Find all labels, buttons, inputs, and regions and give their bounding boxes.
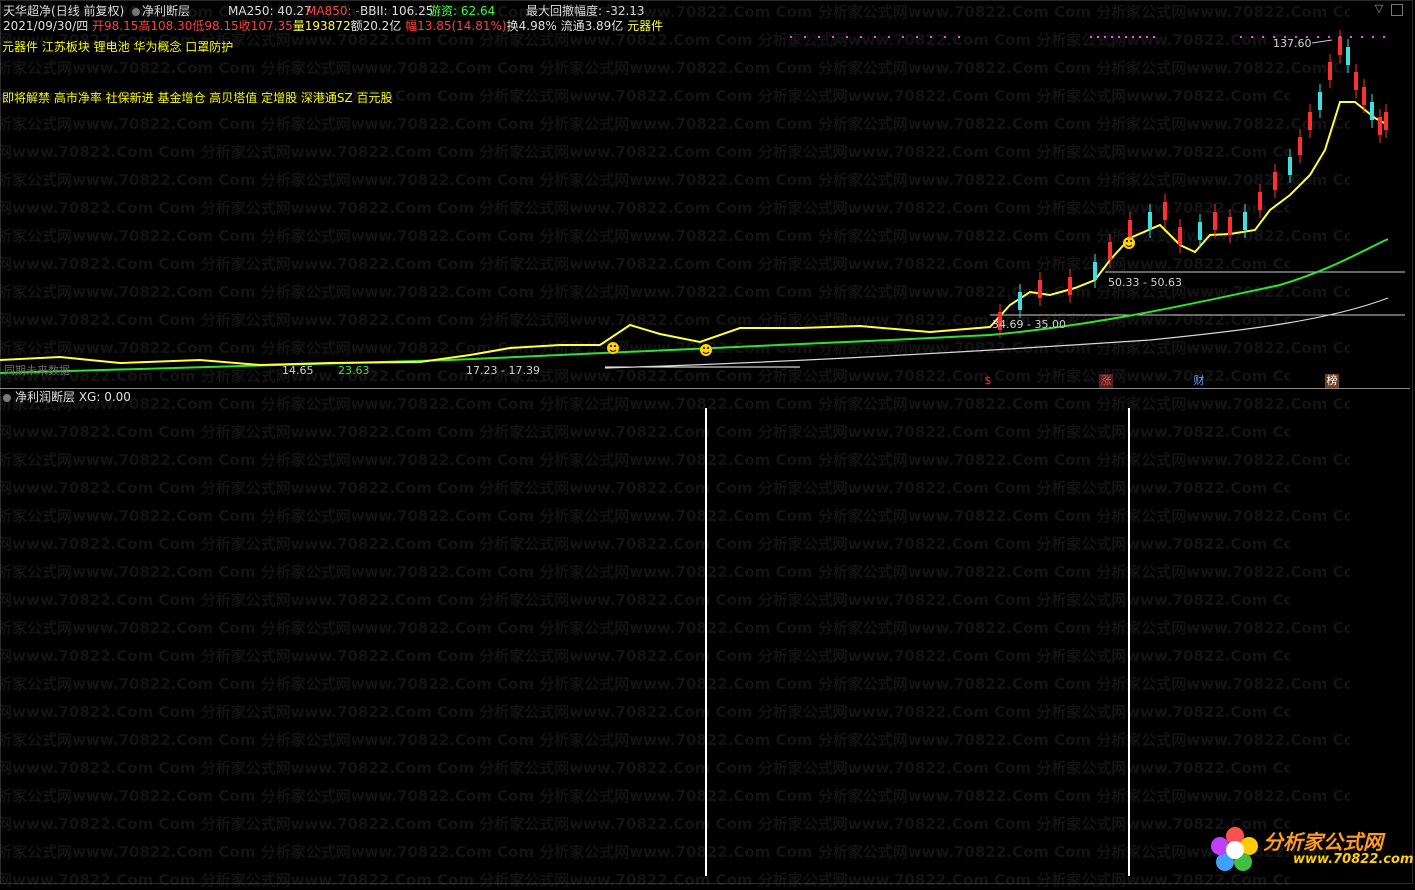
price-chart[interactable] bbox=[0, 30, 1410, 390]
low-label-14: 14.65 bbox=[282, 364, 314, 377]
badge-dollar[interactable]: $ bbox=[981, 374, 995, 388]
ma-green-line bbox=[0, 238, 1389, 374]
flower-icon bbox=[1211, 827, 1258, 871]
candles bbox=[998, 30, 1388, 338]
site-logo: 分析家公式网 www.70822.com bbox=[1205, 820, 1414, 880]
range-label-50: 50.33 - 50.63 bbox=[1108, 276, 1182, 289]
logo-text: 分析家公式网 bbox=[1263, 830, 1383, 854]
peak-arrow bbox=[1311, 39, 1333, 44]
maximize-icon[interactable] bbox=[1391, 4, 1403, 16]
logo-url: www.70822.com bbox=[1293, 852, 1414, 867]
ma-white-line bbox=[604, 297, 1389, 369]
smiley-icon bbox=[1123, 237, 1135, 249]
future-data-note: 同期未来数据 bbox=[4, 364, 70, 377]
watermark-row: Com 分析家公式网www.70822.Com Com 分析家公式网www.70… bbox=[0, 3, 1350, 21]
collapse-icon[interactable]: ▽ bbox=[1373, 3, 1385, 15]
smiley-icon bbox=[700, 344, 712, 356]
badge-rank[interactable]: 榜 bbox=[1325, 374, 1339, 388]
panel-divider[interactable] bbox=[0, 388, 1410, 389]
range-label-35: 34.69 - 35.00 bbox=[992, 318, 1066, 331]
lower-indicator-chart[interactable] bbox=[0, 400, 1410, 880]
smiley-icon bbox=[607, 342, 619, 354]
badge-finance[interactable]: 财 bbox=[1192, 374, 1206, 388]
peak-price-label: 137.60 bbox=[1273, 37, 1312, 50]
low-label-23: 23.63 bbox=[338, 364, 370, 377]
range-label-17: 17.23 - 17.39 bbox=[466, 364, 540, 377]
badge-rise[interactable]: 涨 bbox=[1099, 374, 1113, 388]
